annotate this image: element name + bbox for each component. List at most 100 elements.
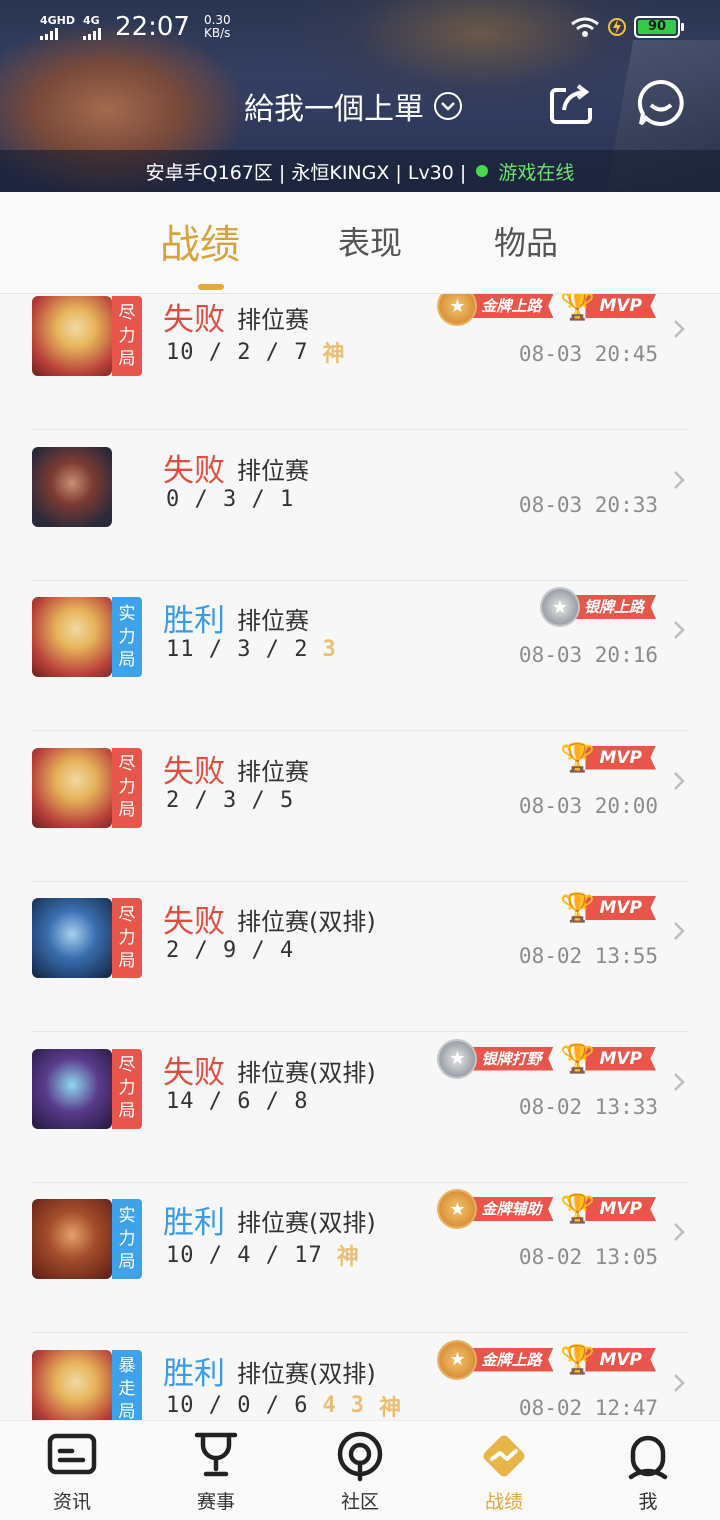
nav-me[interactable]: 我 xyxy=(576,1429,720,1514)
performance-tag-char: 力 xyxy=(118,1228,136,1249)
chat-icon[interactable] xyxy=(636,78,686,128)
match-mode: 排位赛(双排) xyxy=(237,908,376,936)
performance-tag: 实力局 xyxy=(112,597,142,677)
kda-line: 11 / 3 / 2 3 xyxy=(166,637,337,662)
performance-tag-char: 局 xyxy=(118,1101,136,1121)
match-date: 08-03 20:45 xyxy=(518,342,658,366)
chevron-right-icon[interactable] xyxy=(668,1372,690,1394)
hero-avatar xyxy=(32,1349,112,1420)
honor-badges: ★ 金牌上路 🏆 MVP xyxy=(439,1341,656,1378)
performance-tag-char: 局 xyxy=(118,950,136,971)
medal-label: 银牌上路 xyxy=(567,595,656,619)
performance-tag-char: 尽 xyxy=(118,302,136,323)
kda-line: 14 / 6 / 8 xyxy=(166,1089,308,1114)
achievement-mark: 神 xyxy=(322,342,346,367)
player-nickname: 給我一個上單 xyxy=(244,92,424,127)
hero-avatar xyxy=(32,597,112,677)
nav-me-label: 我 xyxy=(638,1491,658,1513)
trophy-icon: 🏆 xyxy=(560,1041,595,1075)
match-result: 胜利 xyxy=(163,1205,225,1241)
medal-label: 金牌上路 xyxy=(465,294,554,318)
chevron-right-icon[interactable] xyxy=(668,770,690,792)
match-mode: 排位赛(双排) xyxy=(237,1058,376,1087)
chevron-right-icon[interactable] xyxy=(668,469,690,491)
match-mode: 排位赛(双排) xyxy=(237,1359,376,1388)
signal-label-1: 4GHD xyxy=(40,13,76,27)
performance-tag-char: 力 xyxy=(118,1078,136,1098)
tab-records[interactable]: 战绩 xyxy=(160,212,240,270)
nav-community-label: 社区 xyxy=(340,1491,379,1513)
chevron-right-icon[interactable] xyxy=(668,1071,690,1093)
kda-line: 2 / 3 / 5 xyxy=(166,788,294,813)
honor-badges: ★ 银牌上路 xyxy=(541,589,656,625)
nav-records[interactable]: 战绩 xyxy=(432,1429,576,1514)
performance-tag-char: 力 xyxy=(118,777,136,797)
tab-items[interactable]: 物品 xyxy=(494,218,558,264)
record-tabs: 战绩 表现 物品 xyxy=(0,192,720,294)
silver-medal-icon: ★ xyxy=(541,589,578,625)
match-row[interactable]: 暴走局胜利 排位赛(双排) 10 / 0 / 6 4 3 神 ★ 金牌上路 🏆 MVP 08-02 … xyxy=(0,1334,720,1420)
mvp-label: MVP xyxy=(585,294,656,318)
share-icon[interactable] xyxy=(546,78,596,128)
performance-tag-char: 局 xyxy=(118,1251,136,1272)
match-result: 失败 xyxy=(163,302,225,338)
kda-value: 11 / 3 / 2 xyxy=(166,637,309,662)
honor-badges: ★ 银牌打野 🏆 MVP xyxy=(439,1040,656,1077)
battery-indicator: 90 xyxy=(634,16,684,38)
account-switcher[interactable]: 給我一個上單 xyxy=(244,84,462,128)
match-mode: 排位赛 xyxy=(237,757,309,786)
match-row[interactable]: 尽力局失败 排位赛 10 / 2 / 7 神 ★ 金牌上路 🏆 MVP 08-03 20:45 xyxy=(0,294,720,430)
performance-tag-char: 局 xyxy=(118,348,136,369)
medal-badge: ★ 银牌打野 xyxy=(439,1040,554,1077)
match-row[interactable]: 实力局胜利 排位赛(双排) 10 / 4 / 17 神 ★ 金牌辅助 🏆 MVP 08-02 1… xyxy=(0,1183,720,1333)
hero-avatar xyxy=(32,296,112,376)
match-mode: 排位赛 xyxy=(237,456,309,485)
nav-community[interactable]: 社区 xyxy=(288,1429,432,1514)
medal-badge: ★ 银牌上路 xyxy=(541,589,656,625)
nav-events-label: 赛事 xyxy=(196,1491,235,1513)
match-date: 08-03 20:16 xyxy=(518,643,658,667)
match-result: 胜利 xyxy=(163,603,225,639)
chevron-right-icon[interactable] xyxy=(668,318,690,340)
charging-icon xyxy=(608,18,626,36)
chevron-right-icon[interactable] xyxy=(668,920,690,942)
performance-tag-char: 局 xyxy=(118,1402,136,1420)
trophy-icon: 🏆 xyxy=(560,1342,595,1376)
gold-medal-icon: ★ xyxy=(439,1191,476,1227)
achievement-mark: 4 xyxy=(322,1393,337,1418)
kda-value: 2 / 9 / 4 xyxy=(166,938,295,963)
community-icon xyxy=(337,1431,383,1482)
online-status-dot xyxy=(476,165,489,177)
silver-medal-icon: ★ xyxy=(439,1040,476,1077)
player-info-bar: 安卓手Q167区 | 永恒KINGX | Lv30 | 游戏在线 xyxy=(0,150,720,192)
honor-badges: ★ 金牌上路 🏆 MVP xyxy=(439,294,656,324)
news-icon xyxy=(47,1433,97,1475)
performance-tag: 实力局 xyxy=(112,1199,142,1279)
chevron-right-icon[interactable] xyxy=(668,1221,690,1243)
kda-value: 10 / 4 / 17 xyxy=(166,1242,323,1268)
match-history-list[interactable]: 尽力局失败 排位赛 10 / 2 / 7 神 ★ 金牌上路 🏆 MVP 08-03 20:45 失… xyxy=(0,294,720,1420)
mvp-badge: 🏆 MVP xyxy=(559,1342,656,1378)
tab-performance[interactable]: 表现 xyxy=(338,218,402,264)
mvp-badge: 🏆 MVP xyxy=(559,294,656,324)
trophy-icon: 🏆 xyxy=(560,1192,595,1225)
performance-tag-char: 力 xyxy=(118,626,136,647)
match-row[interactable]: 尽力局失败 排位赛 2 / 3 / 5 🏆 MVP 08-03 20:00 xyxy=(0,732,720,882)
nav-news[interactable]: 资讯 xyxy=(0,1429,144,1514)
nav-events[interactable]: 赛事 xyxy=(144,1429,288,1514)
achievement-mark: 神 xyxy=(336,1245,360,1270)
honor-badges: ★ 金牌辅助 🏆 MVP xyxy=(439,1191,656,1227)
match-row[interactable]: 尽力局失败 排位赛(双排) 14 / 6 / 8 ★ 银牌打野 🏆 MVP 08-02 13:… xyxy=(0,1033,720,1183)
hero-avatar xyxy=(32,747,112,828)
clock: 22:07 xyxy=(115,12,190,42)
medal-badge: ★ 金牌上路 xyxy=(439,1341,554,1378)
match-row[interactable]: 尽力局失败 排位赛(双排) 2 / 9 / 4 🏆 MVP 08-02 13:55 xyxy=(0,882,720,1032)
match-result: 失败 xyxy=(163,904,225,940)
mvp-label: MVP xyxy=(585,1197,656,1221)
match-row[interactable]: 失败 排位赛 0 / 3 / 1 08-03 20:33 xyxy=(0,431,720,581)
kda-value: 2 / 3 / 5 xyxy=(166,787,295,813)
match-mode: 排位赛(双排) xyxy=(237,1209,376,1237)
chevron-right-icon[interactable] xyxy=(668,619,690,641)
kda-value: 10 / 0 / 6 xyxy=(166,1393,309,1418)
match-row[interactable]: 实力局胜利 排位赛 11 / 3 / 2 3 ★ 银牌上路 08-03 20:16 xyxy=(0,581,720,731)
